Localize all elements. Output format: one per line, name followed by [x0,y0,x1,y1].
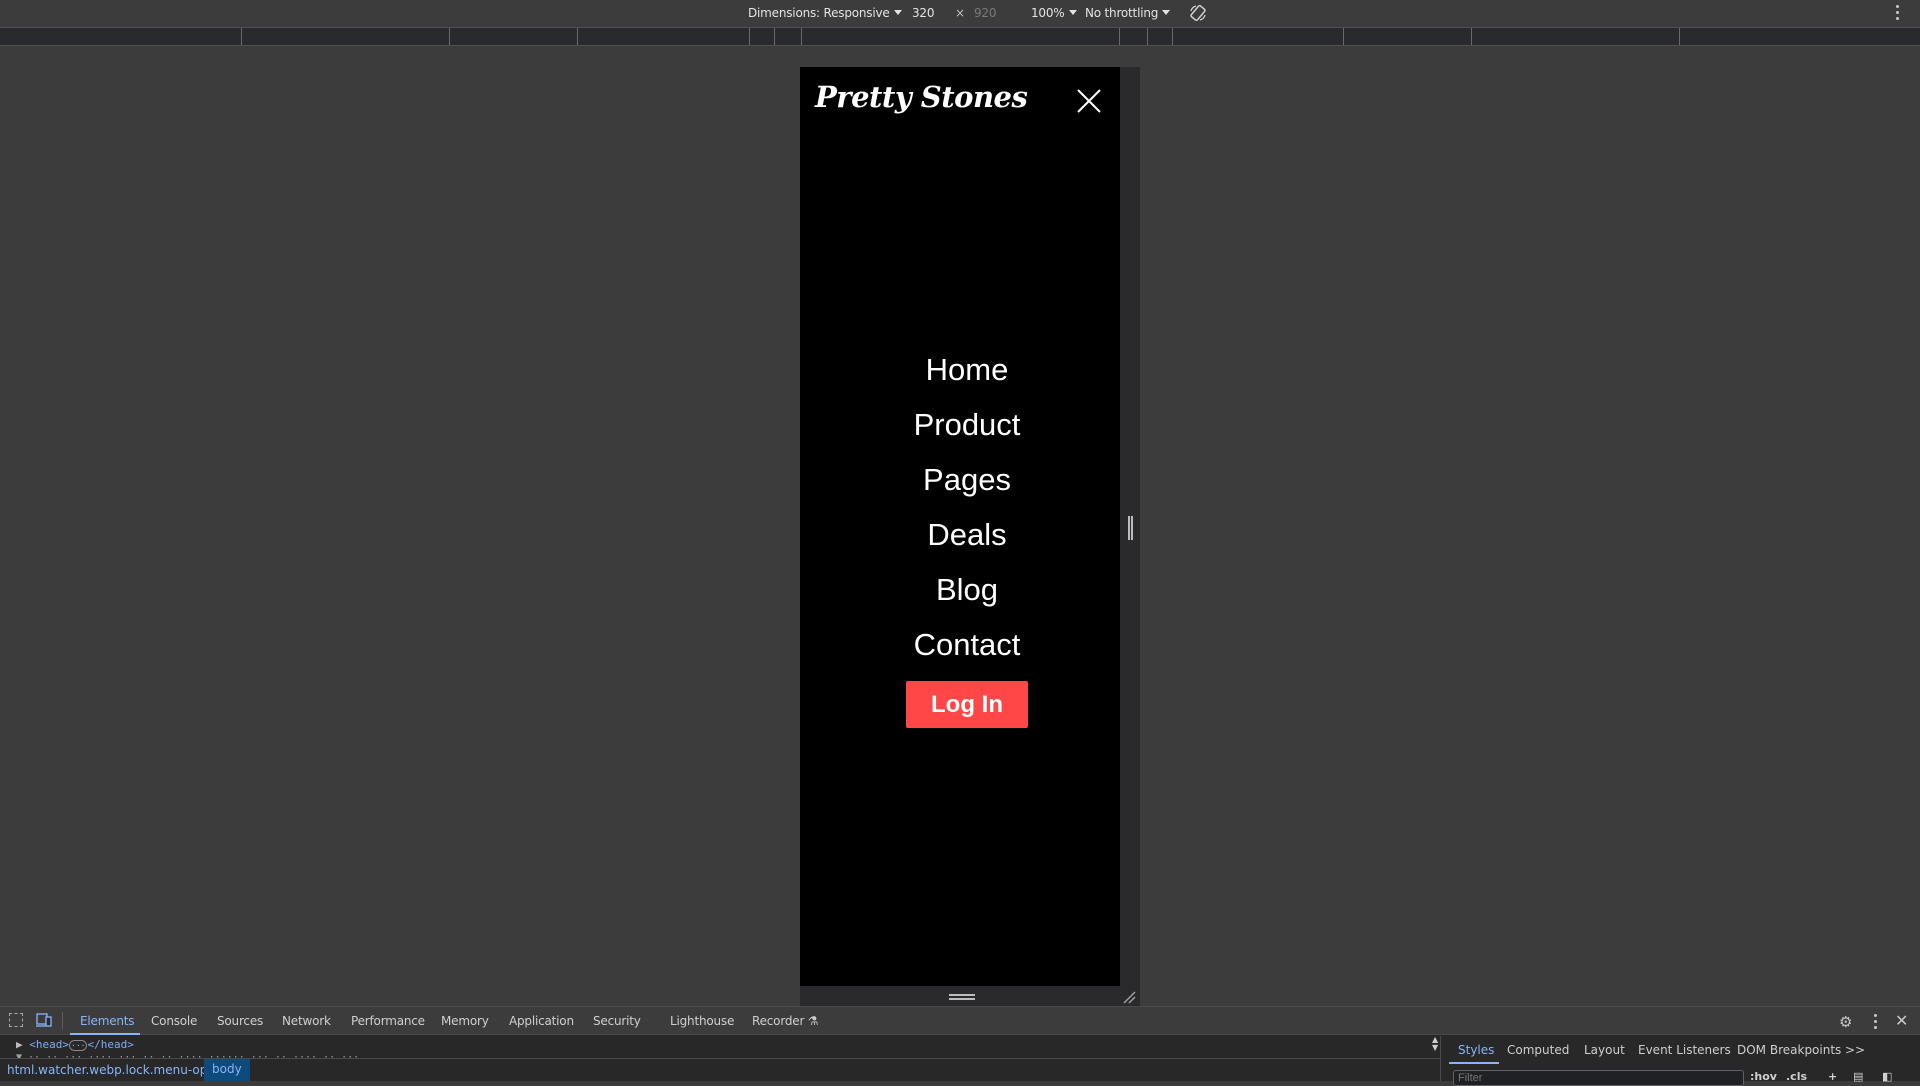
grip-icon [1128,516,1133,540]
close-icon [1077,89,1101,113]
resize-handle-bottom[interactable] [800,986,1140,1006]
login-button[interactable]: Log In [906,681,1028,728]
device-frame: Pretty Stones Home Product Pages Deals B… [800,67,1140,1006]
mobile-nav-menu: Home Product Pages Deals Blog Contact [800,342,1120,672]
site-logo[interactable]: Pretty Stones [815,80,1028,114]
close-devtools-icon[interactable]: ✕ [1895,1011,1908,1030]
throttling-label: No throttling [1085,6,1159,20]
dom-breadcrumb: html.watcher.webp.lock.menu-open body [0,1058,1440,1081]
head-close-tag: </head> [87,1038,134,1051]
tab-console[interactable]: Console [151,1014,197,1028]
zoom-label: 100% [1031,6,1065,20]
rotate-icon[interactable] [1188,3,1208,23]
class-toggle[interactable]: .cls [1786,1070,1807,1083]
nav-item-contact[interactable]: Contact [800,617,1120,672]
more-tabs-icon[interactable]: >> [1845,1043,1865,1057]
times-separator: × [955,6,965,20]
nav-item-product[interactable]: Product [800,397,1120,452]
tab-computed[interactable]: Computed [1507,1043,1569,1057]
tab-event-listeners[interactable]: Event Listeners [1638,1043,1731,1057]
tab-elements[interactable]: Elements [80,1014,135,1028]
grip-icon [949,994,975,1000]
divider [62,1012,63,1030]
head-open-tag: <head> [29,1038,69,1051]
tab-styles[interactable]: Styles [1458,1043,1494,1057]
styles-pane: Styles Computed Layout Event Listeners D… [1440,1036,1920,1086]
tab-memory[interactable]: Memory [441,1014,489,1028]
panel-splitter-icon[interactable]: ▲ ▼ [1432,1036,1438,1052]
resize-corner-icon[interactable] [1122,990,1136,1004]
close-menu-button[interactable] [1074,86,1104,116]
device-toggle-icon[interactable] [36,1013,52,1027]
nav-item-deals[interactable]: Deals [800,507,1120,562]
collapsed-ellipsis[interactable]: ··· [69,1040,88,1051]
throttling-dropdown[interactable]: No throttling [1085,6,1171,20]
active-tab-indicator [70,1033,140,1035]
tab-lighthouse[interactable]: Lighthouse [670,1014,734,1028]
dimensions-dropdown[interactable]: Dimensions: Responsive [748,6,902,20]
tab-network[interactable]: Network [282,1014,331,1028]
sidebar-toggle-icon[interactable]: ◧ [1882,1070,1892,1083]
nav-item-blog[interactable]: Blog [800,562,1120,617]
tab-performance[interactable]: Performance [351,1014,425,1028]
height-input[interactable]: 920 [974,6,997,20]
settings-gear-icon[interactable]: ⚙ [1839,1013,1852,1031]
dimensions-label: Dimensions: Responsive [748,6,890,20]
dom-tree: ▶ <head> ··· </head> ▼ ·· ·· ··· ···· ··· … [0,1036,1440,1058]
tab-security[interactable]: Security [593,1014,641,1028]
hover-state-toggle[interactable]: :hov [1750,1070,1777,1083]
devtools-panel: Elements Console Sources Network Perform… [0,1006,1920,1086]
page-viewport: Pretty Stones Home Product Pages Deals B… [800,67,1120,986]
zoom-dropdown[interactable]: 100% [1031,6,1077,20]
inspect-element-icon[interactable] [9,1013,23,1027]
more-options-icon[interactable] [1896,5,1900,21]
media-query-bar[interactable] [0,27,1920,46]
expand-triangle-icon[interactable]: ▶ [16,1038,23,1051]
breadcrumb-html[interactable]: html.watcher.webp.lock.menu-open [7,1063,222,1077]
device-toolbar: Dimensions: Responsive 320 × 920 100% No… [0,0,1920,27]
caret-down-icon [893,10,902,15]
more-options-icon[interactable] [1874,1014,1878,1030]
computed-styles-icon[interactable]: ▤ [1853,1070,1863,1083]
breadcrumb-body[interactable]: body [204,1059,250,1081]
nav-item-home[interactable]: Home [800,342,1120,397]
styles-filter-input[interactable] [1453,1070,1744,1086]
width-input[interactable]: 320 [912,6,935,20]
devtools-tabbar: Elements Console Sources Network Perform… [0,1007,1920,1035]
tab-application[interactable]: Application [509,1014,574,1028]
dom-node-head[interactable]: ▶ <head> ··· </head> [16,1038,134,1051]
tab-layout[interactable]: Layout [1584,1043,1625,1057]
tab-sources[interactable]: Sources [217,1014,263,1028]
new-rule-button[interactable]: + [1828,1070,1837,1083]
resize-handle-right[interactable] [1120,67,1140,986]
active-tab-indicator [1449,1062,1499,1064]
caret-down-icon [1068,10,1077,15]
tab-dom-breakpoints[interactable]: DOM Breakpoints [1737,1043,1841,1057]
caret-down-icon [1162,10,1171,15]
nav-item-pages[interactable]: Pages [800,452,1120,507]
tab-recorder[interactable]: Recorder ⚗ [752,1014,819,1028]
